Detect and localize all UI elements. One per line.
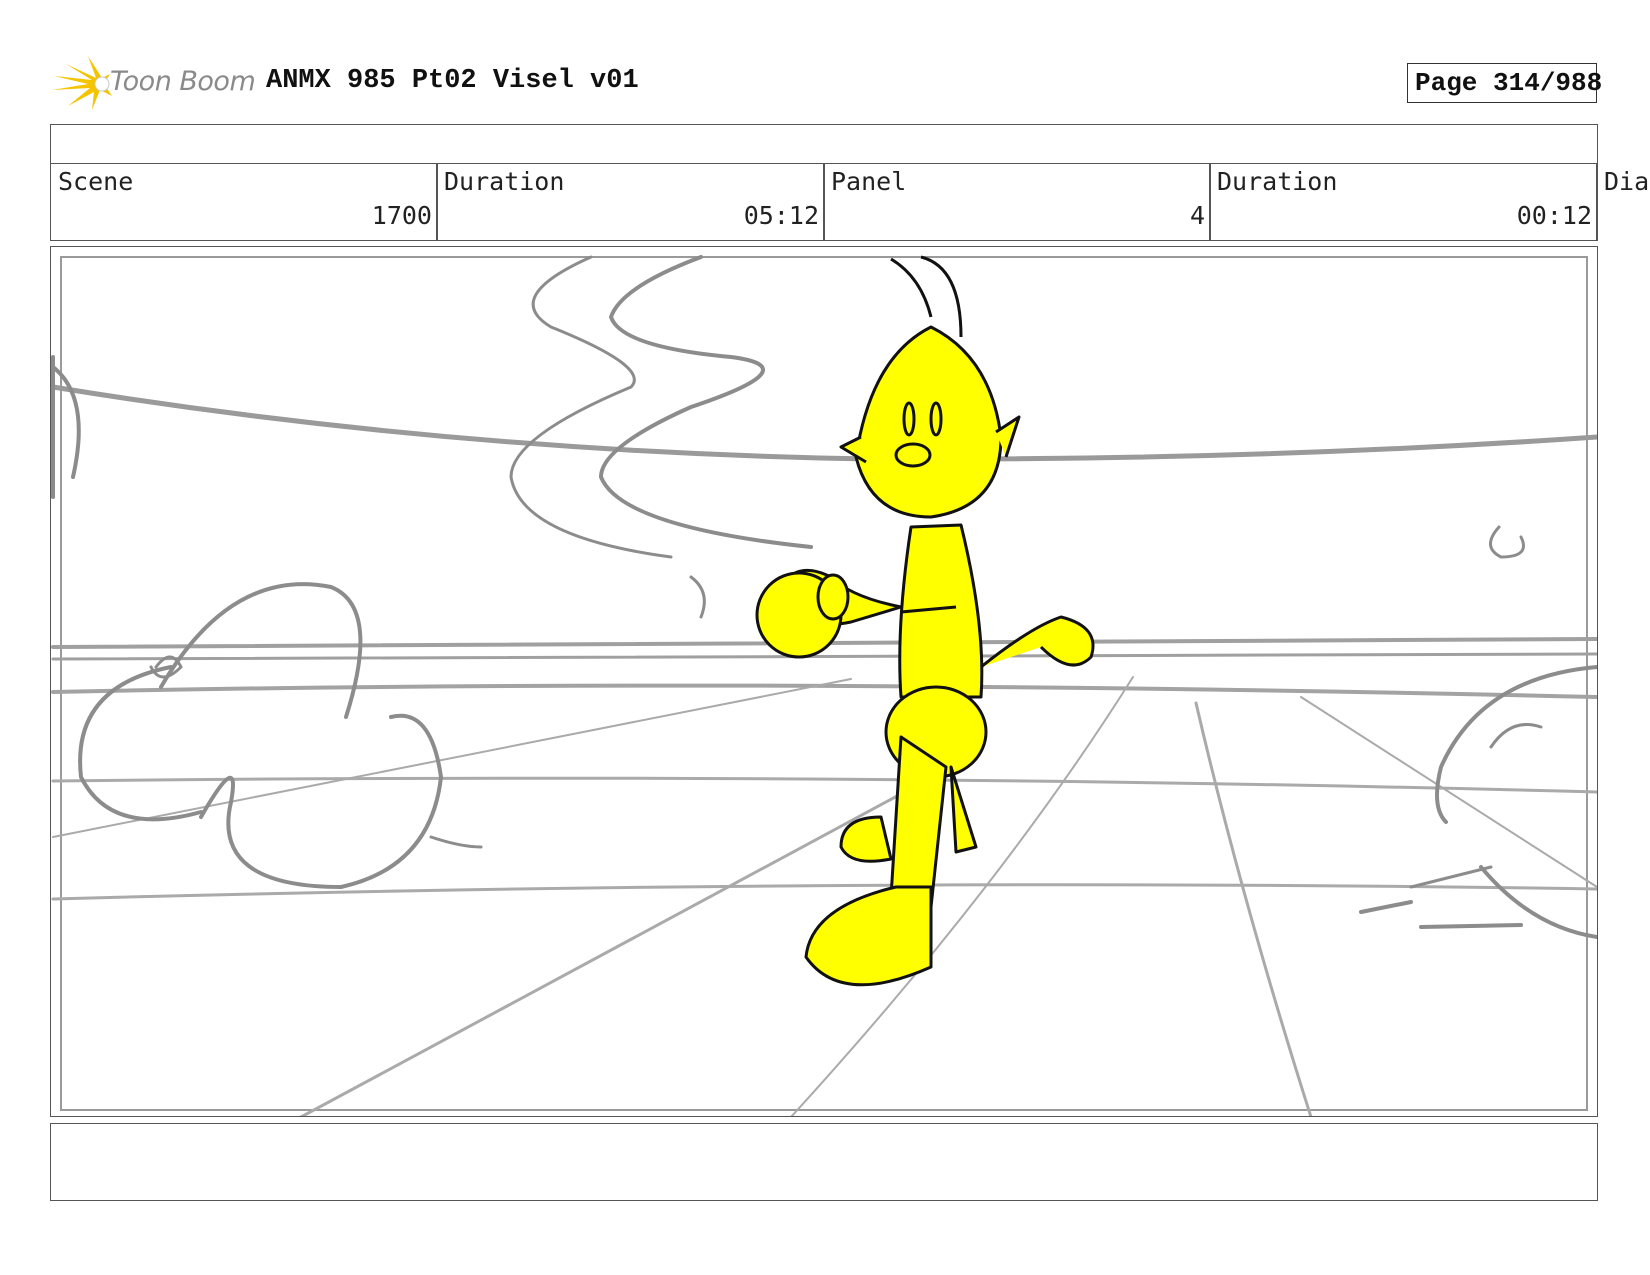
dialogue-cell: Dia bbox=[1596, 163, 1650, 241]
logo-wordmark: Toon Boom bbox=[110, 66, 256, 97]
notes-box bbox=[50, 1123, 1598, 1201]
panel-duration-label: Duration bbox=[1217, 167, 1338, 196]
scene-label: Scene bbox=[58, 167, 134, 196]
scene-duration-label: Duration bbox=[444, 167, 565, 196]
header-strip bbox=[50, 124, 1598, 164]
panel-duration-value: 00:12 bbox=[1516, 201, 1592, 230]
storyboard-frame bbox=[50, 246, 1598, 1117]
panel-label: Panel bbox=[831, 167, 907, 196]
page-number: Page 314/988 bbox=[1407, 63, 1602, 103]
document-title: ANMX 985 Pt02 Visel v01 bbox=[266, 66, 639, 96]
character-sketch bbox=[755, 255, 1095, 987]
panel-duration-cell: Duration 00:12 bbox=[1209, 163, 1598, 241]
scene-duration-value: 05:12 bbox=[743, 201, 819, 230]
logo-burst-icon bbox=[52, 56, 112, 110]
panel-cell: Panel 4 bbox=[823, 163, 1211, 241]
storyboard-sketch bbox=[51, 255, 1597, 1116]
panel-value: 4 bbox=[1189, 201, 1205, 230]
scene-duration-cell: Duration 05:12 bbox=[436, 163, 825, 241]
scene-value: 1700 bbox=[371, 201, 432, 230]
background-sketch bbox=[51, 255, 1597, 1116]
dialogue-label: Dia bbox=[1604, 167, 1650, 196]
scene-cell: Scene 1700 bbox=[50, 163, 438, 241]
panel-info-row: Scene 1700 Duration 05:12 Panel 4 Durati… bbox=[50, 163, 1650, 241]
